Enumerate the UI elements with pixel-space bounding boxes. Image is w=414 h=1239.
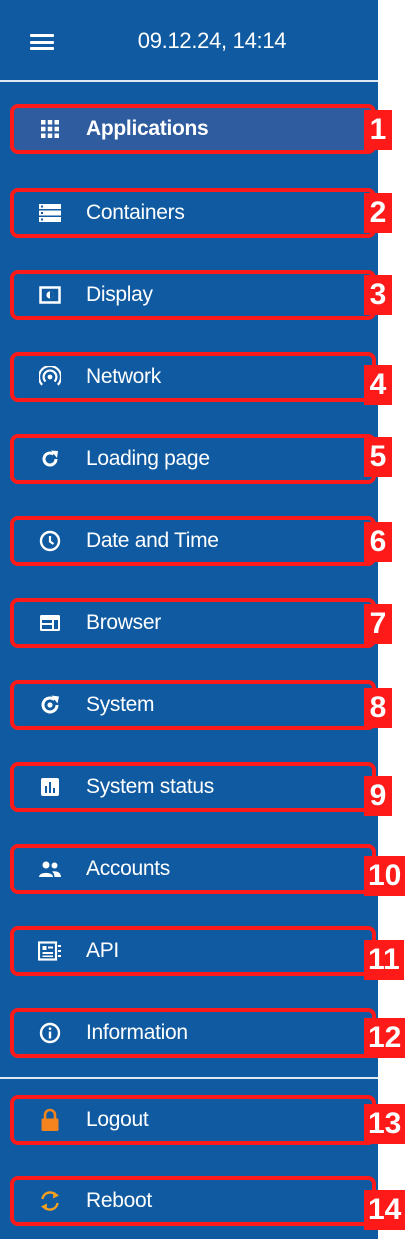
api-icon <box>38 939 62 963</box>
badge-4: 4 <box>364 365 392 405</box>
nav-label-browser: Browser <box>86 611 161 634</box>
nav-item-display[interactable]: Display <box>10 270 376 320</box>
reload-icon <box>38 447 62 471</box>
sidebar-header: 09.12.24, 14:14 <box>0 0 378 80</box>
clock-icon <box>38 529 62 553</box>
nav-item-accounts[interactable]: Accounts <box>10 844 376 894</box>
badge-12: 12 <box>364 1018 406 1058</box>
reboot-icon <box>38 1189 62 1213</box>
badge-5: 5 <box>364 437 392 477</box>
nav-label-system: System <box>86 693 155 716</box>
nav-label-reboot: Reboot <box>86 1189 152 1212</box>
header-divider <box>0 80 378 82</box>
nav-item-containers[interactable]: Containers <box>10 188 376 238</box>
badge-11: 11 <box>364 940 404 980</box>
grid-icon <box>38 117 62 141</box>
sidebar: 09.12.24, 14:14 Applications Containers <box>0 0 378 1239</box>
nav-label-accounts: Accounts <box>86 857 170 880</box>
badge-8: 8 <box>364 688 392 728</box>
nav-label-logout: Logout <box>86 1108 149 1131</box>
nav-label-loading-page: Loading page <box>86 447 210 470</box>
nav-item-api[interactable]: API <box>10 926 376 976</box>
badge-6: 6 <box>364 522 392 562</box>
badge-1: 1 <box>364 110 392 150</box>
lock-icon <box>38 1108 62 1132</box>
nav-item-network[interactable]: Network <box>10 352 376 402</box>
nav-label-system-status: System status <box>86 775 214 798</box>
datetime-display: 09.12.24, 14:14 <box>137 28 287 53</box>
nav-item-loading-page[interactable]: Loading page <box>10 434 376 484</box>
nav-item-system[interactable]: System <box>10 680 376 730</box>
nav-label-information: Information <box>86 1021 188 1044</box>
containers-icon <box>38 201 62 225</box>
badge-10: 10 <box>364 856 406 896</box>
nav-item-browser[interactable]: Browser <box>10 598 376 648</box>
nav-label-containers: Containers <box>86 201 185 224</box>
browser-icon <box>38 611 62 635</box>
nav-item-applications[interactable]: Applications <box>10 104 376 154</box>
badge-13: 13 <box>364 1104 406 1144</box>
system-icon <box>38 693 62 717</box>
badge-9: 9 <box>364 776 392 816</box>
nav-item-logout[interactable]: Logout <box>10 1095 376 1145</box>
badge-3: 3 <box>364 275 392 315</box>
info-icon <box>38 1021 62 1045</box>
nav-item-date-and-time[interactable]: Date and Time <box>10 516 376 566</box>
status-chart-icon <box>38 775 62 799</box>
badge-7: 7 <box>364 604 392 644</box>
badge-2: 2 <box>364 193 392 233</box>
footer-divider <box>0 1077 378 1079</box>
network-icon <box>38 365 62 389</box>
nav-label-applications: Applications <box>86 117 209 140</box>
nav-label-date-and-time: Date and Time <box>86 529 219 552</box>
display-icon <box>38 283 62 307</box>
nav-item-system-status[interactable]: System status <box>10 762 376 812</box>
nav-label-network: Network <box>86 365 161 388</box>
accounts-icon <box>38 857 62 881</box>
nav-label-display: Display <box>86 283 153 306</box>
nav-item-reboot[interactable]: Reboot <box>10 1176 376 1226</box>
nav-label-api: API <box>86 939 119 962</box>
badge-14: 14 <box>364 1190 406 1230</box>
nav-item-information[interactable]: Information <box>10 1008 376 1058</box>
menu-icon[interactable] <box>30 34 54 50</box>
